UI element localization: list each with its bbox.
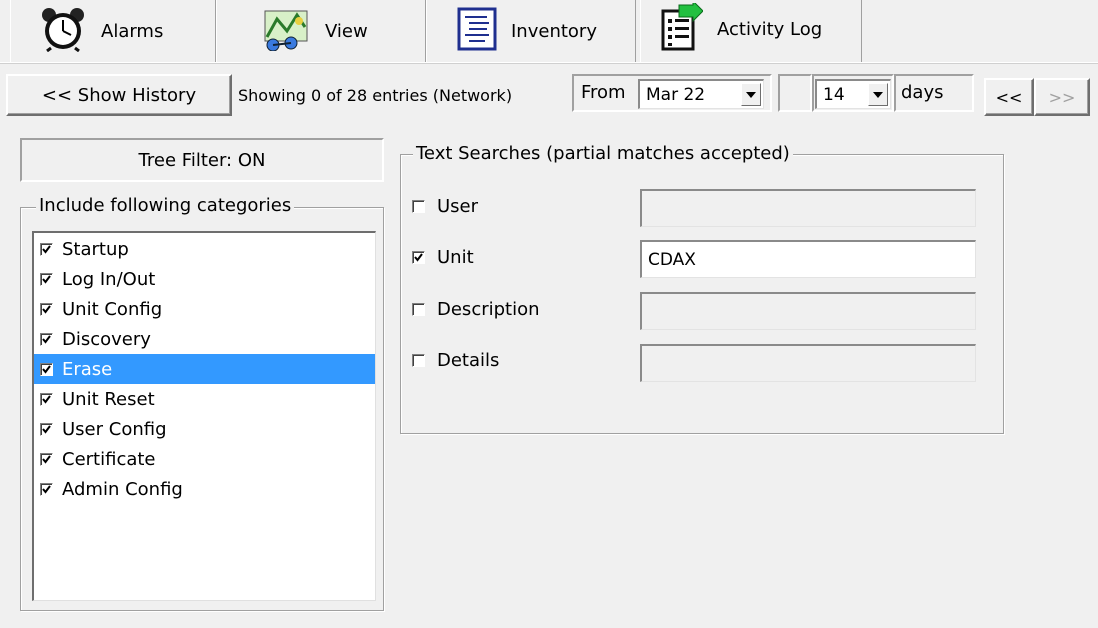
category-label: Unit Config: [62, 298, 163, 320]
user-search-input[interactable]: [640, 189, 976, 227]
tab-strip-shadow: [0, 63, 1098, 64]
checkbox[interactable]: [40, 362, 53, 376]
category-label: Unit Reset: [62, 388, 155, 410]
from-date-value: Mar 22: [646, 84, 706, 105]
checkbox[interactable]: [40, 392, 53, 406]
category-label: Erase: [62, 358, 113, 380]
unit-search-input[interactable]: CDAX: [640, 240, 976, 278]
unit-search-value: CDAX: [648, 249, 696, 270]
tab-alarms[interactable]: Alarms: [10, 0, 216, 63]
category-label: Admin Config: [62, 478, 183, 500]
user-search-label: User: [437, 196, 479, 217]
details-checkbox[interactable]: [412, 354, 425, 367]
unit-checkbox[interactable]: [412, 251, 425, 264]
category-label: Discovery: [62, 328, 151, 350]
user-search-row: User: [412, 196, 478, 217]
days-label: days: [901, 82, 944, 103]
tab-inventory-label: Inventory: [511, 21, 597, 42]
show-history-label: << Show History: [41, 84, 197, 106]
tree-filter-button[interactable]: Tree Filter: ON: [20, 138, 384, 182]
unit-search-label: Unit: [437, 247, 474, 268]
list-item[interactable]: Discovery: [34, 324, 375, 354]
description-search-input[interactable]: [640, 292, 976, 330]
description-search-label: Description: [437, 299, 540, 320]
next-page-label: >>: [1048, 87, 1076, 107]
category-label: Log In/Out: [62, 268, 156, 290]
days-combo[interactable]: 14: [815, 79, 891, 109]
list-item[interactable]: Log In/Out: [34, 264, 375, 294]
category-label: Startup: [62, 238, 129, 260]
details-search-row: Details: [412, 350, 499, 371]
inventory-list-icon: [457, 7, 497, 56]
tab-inventory[interactable]: Inventory: [426, 0, 636, 63]
list-item[interactable]: Unit Reset: [34, 384, 375, 414]
categories-legend: Include following categories: [36, 195, 295, 216]
prev-page-button[interactable]: <<: [984, 78, 1034, 116]
categories-list[interactable]: Startup Log In/Out Unit Config Discovery…: [32, 231, 376, 601]
tab-alarms-label: Alarms: [101, 21, 164, 42]
description-checkbox[interactable]: [412, 303, 425, 316]
checkbox[interactable]: [40, 482, 53, 496]
tab-activity-log[interactable]: Activity Log: [640, 0, 862, 63]
show-history-button[interactable]: << Show History: [6, 74, 232, 116]
list-item[interactable]: Startup: [34, 234, 375, 264]
alarm-clock-icon: [39, 6, 87, 57]
checkbox[interactable]: [40, 422, 53, 436]
user-checkbox[interactable]: [412, 200, 425, 213]
category-label: User Config: [62, 418, 167, 440]
tree-filter-label: Tree Filter: ON: [138, 149, 266, 171]
prev-page-label: <<: [995, 87, 1023, 107]
list-item[interactable]: Admin Config: [34, 474, 375, 504]
list-item-selected[interactable]: Erase: [34, 354, 375, 384]
category-label: Certificate: [62, 448, 156, 470]
chevron-down-icon[interactable]: [868, 83, 888, 106]
checkbox[interactable]: [40, 302, 53, 316]
days-value: 14: [823, 84, 845, 105]
tab-activity-log-label: Activity Log: [717, 18, 823, 40]
checkbox[interactable]: [40, 452, 53, 466]
unit-search-row: Unit: [412, 247, 474, 268]
checkbox[interactable]: [40, 242, 53, 256]
gap-panel: [778, 74, 812, 112]
details-search-label: Details: [437, 350, 500, 371]
next-page-button[interactable]: >>: [1034, 78, 1090, 116]
description-search-row: Description: [412, 299, 540, 320]
list-item[interactable]: Certificate: [34, 444, 375, 474]
list-item[interactable]: User Config: [34, 414, 375, 444]
status-text: Showing 0 of 28 entries (Network): [238, 86, 513, 105]
tab-view-label: View: [325, 21, 368, 42]
checkbox[interactable]: [40, 332, 53, 346]
map-icon: [261, 7, 311, 56]
checkbox[interactable]: [40, 272, 53, 286]
from-label: From: [581, 82, 626, 103]
from-date-combo[interactable]: Mar 22: [638, 79, 764, 109]
text-searches-legend: Text Searches (partial matches accepted): [413, 143, 793, 164]
list-item[interactable]: Unit Config: [34, 294, 375, 324]
tab-view[interactable]: View: [216, 0, 426, 63]
chevron-down-icon[interactable]: [741, 83, 761, 106]
activity-log-icon: [659, 0, 704, 56]
details-search-input[interactable]: [640, 344, 976, 382]
